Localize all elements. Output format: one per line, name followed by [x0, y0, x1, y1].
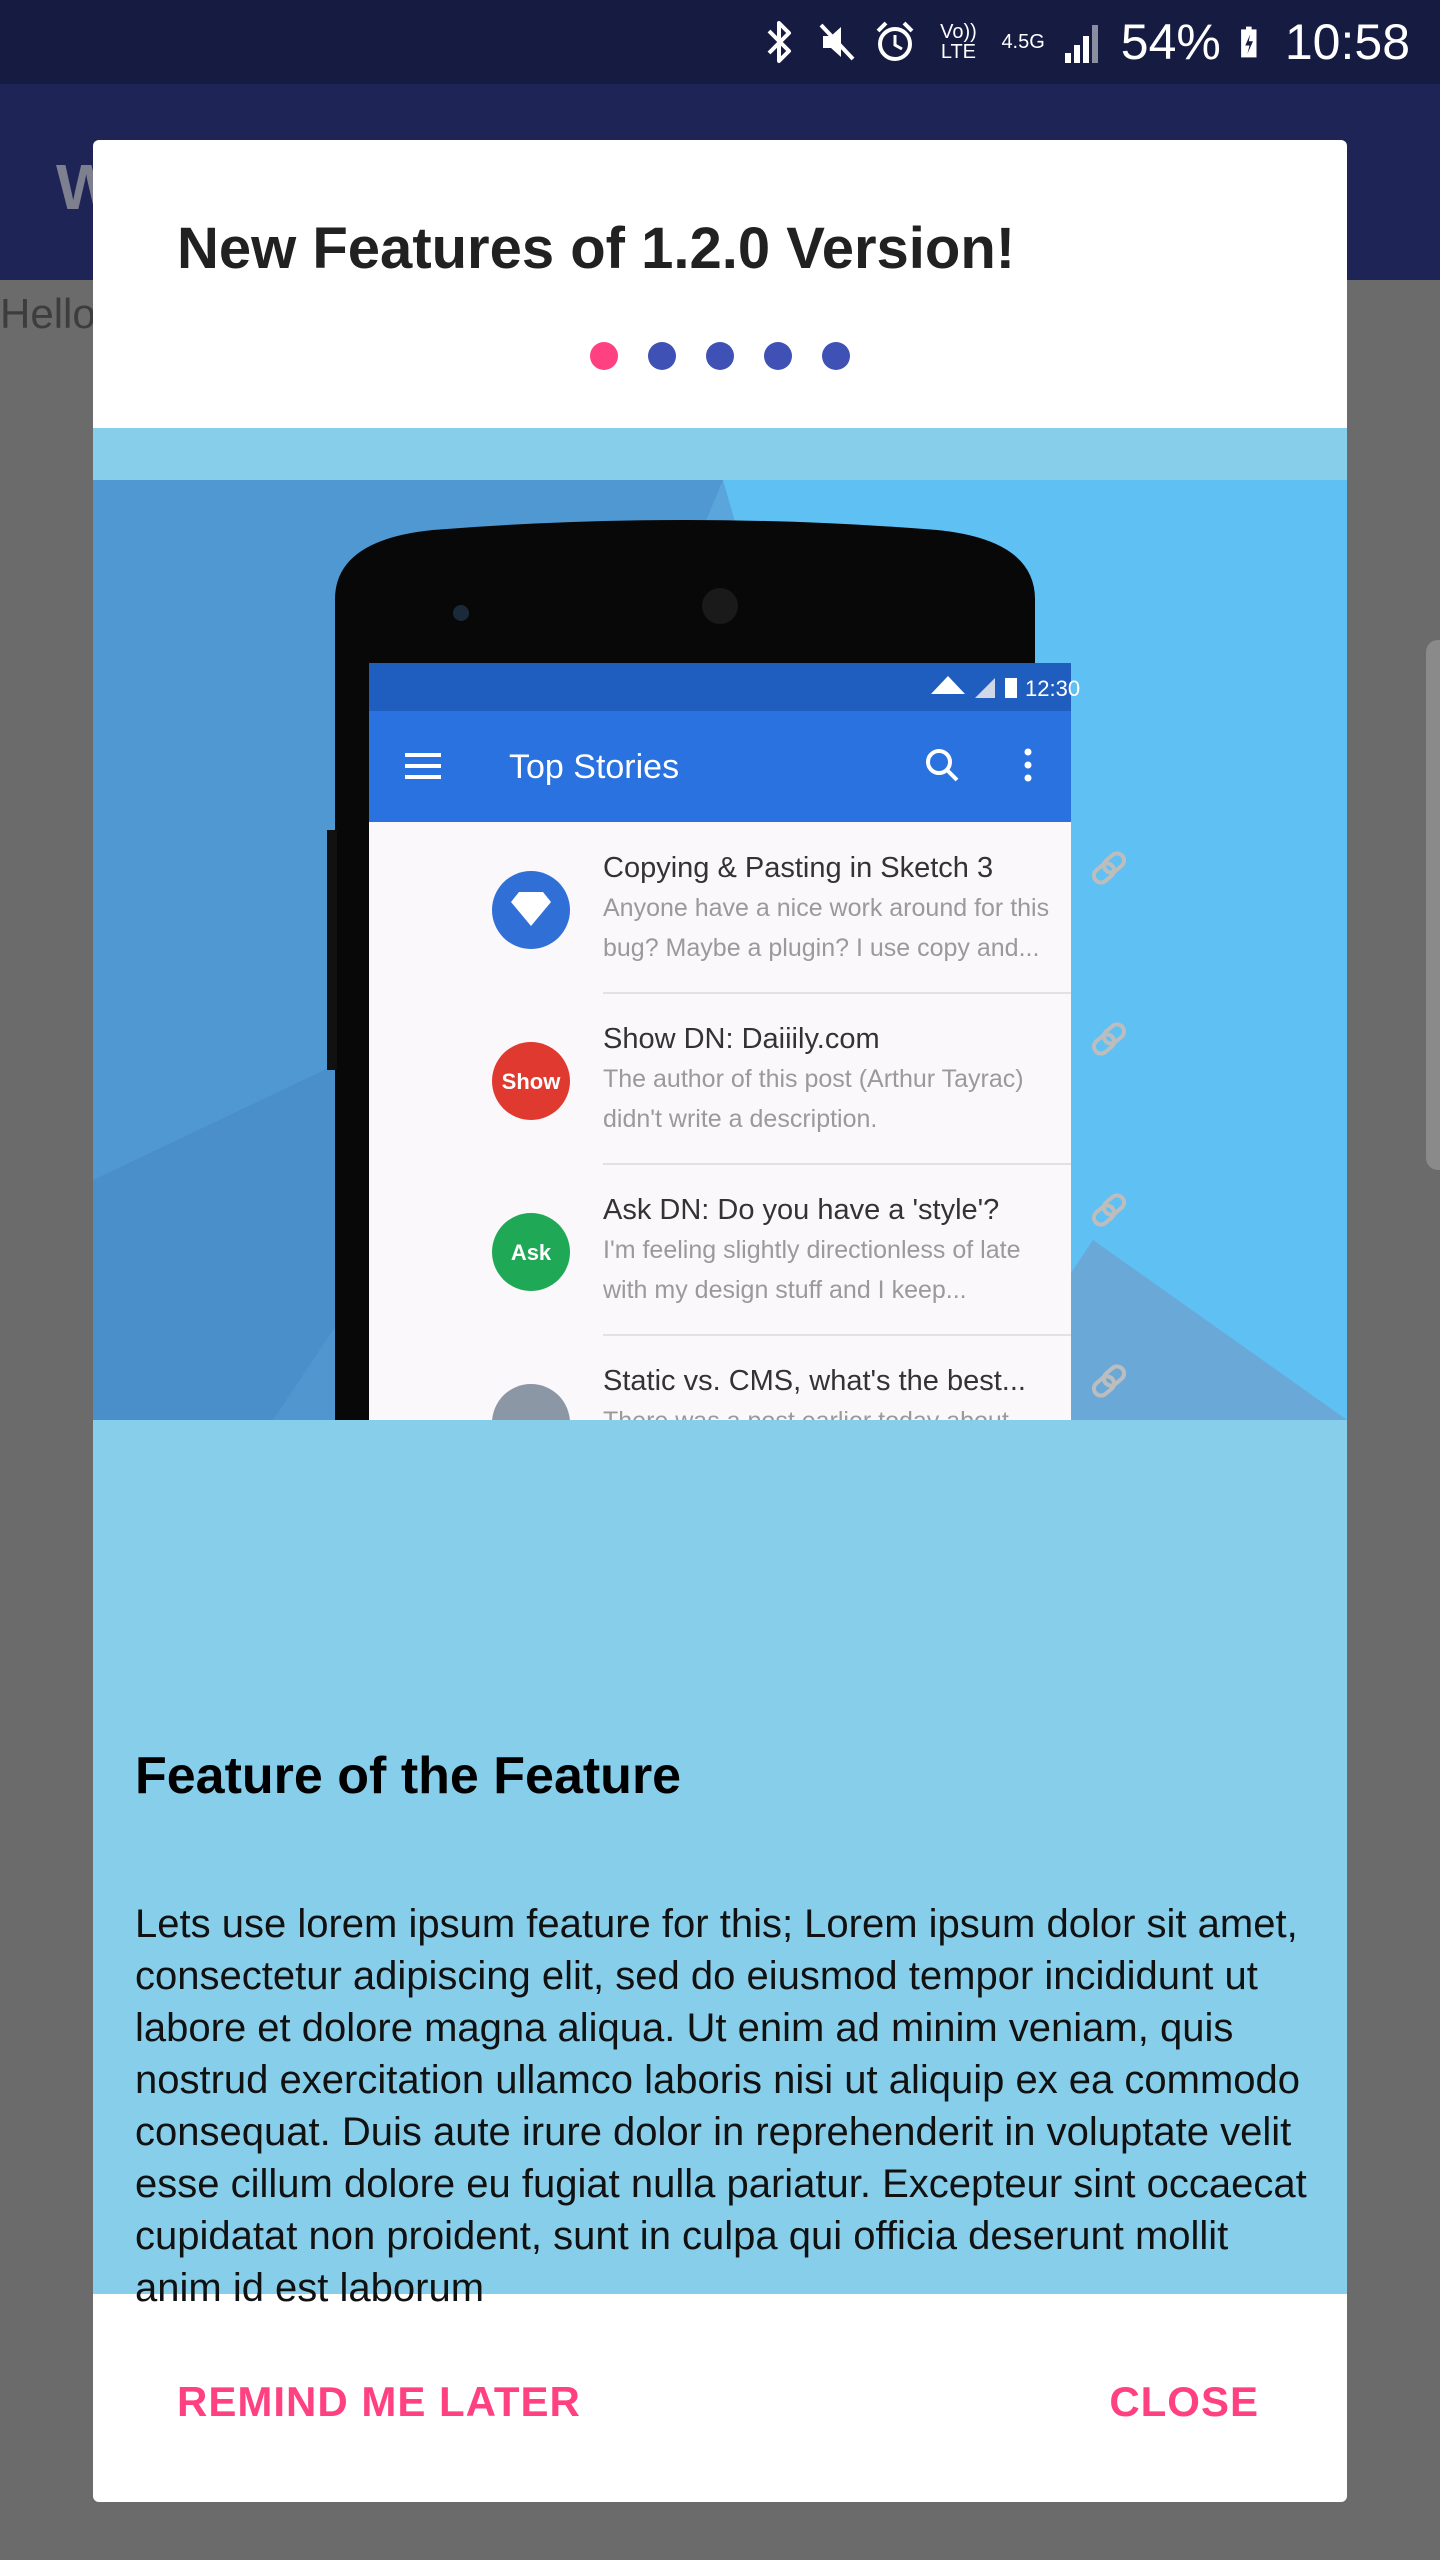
status-bar: Vo)) LTE 4.5G 54% 10:58: [0, 0, 1440, 84]
status-icons: Vo)) LTE 4.5G 54% 10:58: [759, 0, 1410, 84]
mute-icon: [819, 23, 855, 61]
story-snippet: There was a post earlier today about: [603, 1407, 1009, 1420]
story-snippet: I'm feeling slightly directionless of la…: [603, 1236, 1020, 1264]
volte-label: Vo)) LTE: [940, 21, 977, 63]
edge-panel-handle[interactable]: [1426, 640, 1440, 1170]
feature-heading: Feature of the Feature: [135, 1747, 682, 1805]
phone-battery-icon: [1005, 678, 1017, 698]
story-snippet: bug? Maybe a plugin? I use copy and...: [603, 934, 1039, 962]
clock: 10:58: [1284, 14, 1410, 70]
story-title: Show DN: Daiiily.com: [603, 1023, 880, 1055]
remind-me-later-button[interactable]: REMIND ME LATER: [177, 2378, 581, 2426]
phone-toolbar-title: Top Stories: [509, 748, 679, 786]
feature-page[interactable]: 12:30 Top Stories Copying & Pasting in S…: [93, 428, 1347, 2310]
story-badge: Ask: [511, 1240, 552, 1265]
story-badge: Show: [502, 1069, 562, 1094]
bluetooth-icon: [768, 21, 792, 63]
feature-illustration: 12:30 Top Stories Copying & Pasting in S…: [93, 480, 1347, 1420]
signal-icon: [1064, 25, 1098, 63]
close-button[interactable]: CLOSE: [1109, 2378, 1259, 2426]
whats-new-dialog: New Features of 1.2.0 Version! 12:30 Top…: [93, 140, 1347, 2502]
page-dot-1[interactable]: [590, 342, 618, 370]
network-type-label: 4.5G: [1001, 31, 1045, 53]
phone-overflow-icon: [1024, 748, 1032, 782]
page-indicator: [93, 342, 1347, 370]
alarm-icon: [877, 21, 914, 61]
battery-charging-icon: [1240, 26, 1257, 58]
story-snippet: Anyone have a nice work around for this: [603, 894, 1049, 922]
page-dot-4[interactable]: [764, 342, 792, 370]
phone-clock: 12:30: [1025, 676, 1080, 701]
story-snippet: with my design stuff and I keep...: [602, 1276, 967, 1304]
story-title: Ask DN: Do you have a 'style'?: [603, 1194, 999, 1226]
page-dot-2[interactable]: [648, 342, 676, 370]
page-dot-3[interactable]: [706, 342, 734, 370]
feature-description: Lets use lorem ipsum feature for this; L…: [135, 1902, 1307, 2310]
battery-percent: 54%: [1120, 14, 1221, 70]
dialog-title: New Features of 1.2.0 Version!: [177, 216, 1016, 281]
phone-mockup-image: 12:30 Top Stories Copying & Pasting in S…: [93, 480, 1347, 1420]
hamburger-menu-icon: [405, 753, 441, 779]
story-title: Copying & Pasting in Sketch 3: [603, 852, 993, 884]
page-dot-5[interactable]: [822, 342, 850, 370]
story-snippet: The author of this post (Arthur Tayrac): [603, 1065, 1024, 1093]
story-title: Static vs. CMS, what's the best...: [603, 1365, 1026, 1397]
story-snippet: didn't write a description.: [603, 1105, 877, 1133]
app-hello-text: Hello: [0, 290, 96, 337]
